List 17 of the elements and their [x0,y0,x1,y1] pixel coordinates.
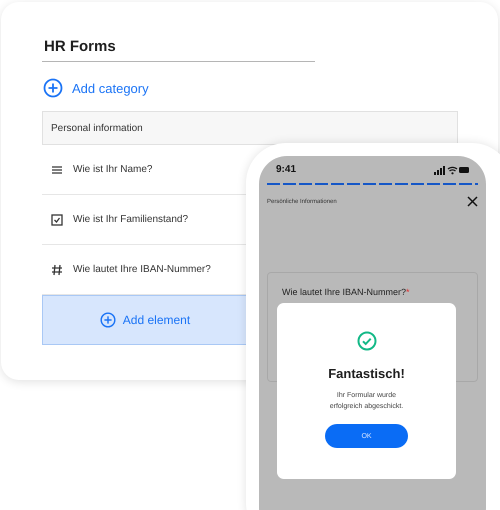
status-time: 9:41 [276,164,296,175]
lines-icon [51,164,63,176]
checkbox-icon [51,214,63,226]
plus-circle-icon [100,312,116,328]
check-circle-icon [356,331,376,351]
question-label: Wie ist Ihr Name? [73,164,152,175]
close-icon[interactable] [467,196,478,207]
plus-circle-icon [43,78,63,98]
hash-icon [51,264,63,276]
dialog-title: Fantastisch! [328,366,405,381]
question-label: Wie ist Ihr Familienstand? [73,214,188,225]
form-title: HR Forms [44,38,117,55]
status-icons-drawing [434,164,470,174]
category-header: Personal information [42,111,458,145]
question-label: Wie lautet Ihre IBAN-Nummer?* [282,287,410,297]
add-category-button[interactable]: Add category [42,78,149,98]
question-label: Wie lautet Ihre IBAN-Nummer? [73,264,211,275]
